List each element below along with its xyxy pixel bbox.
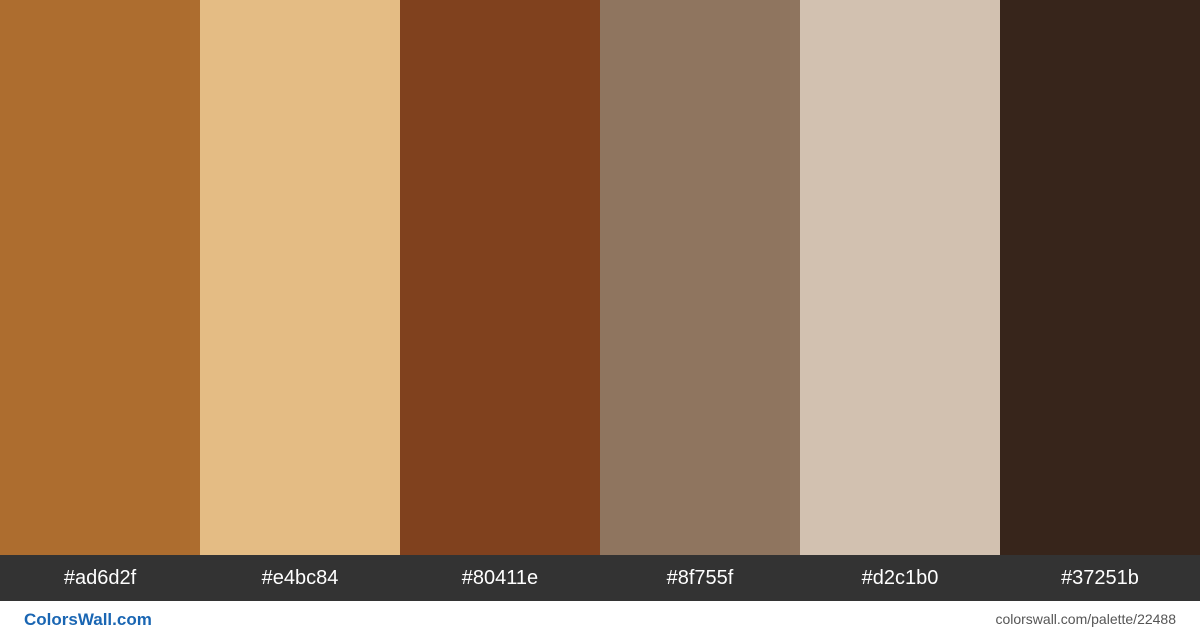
color-swatch-3[interactable]	[400, 0, 600, 555]
hex-label-6[interactable]: #37251b	[1000, 555, 1200, 601]
color-swatch-2[interactable]	[200, 0, 400, 555]
color-palette	[0, 0, 1200, 555]
hex-label-2[interactable]: #e4bc84	[200, 555, 400, 601]
footer: ColorsWall.com colorswall.com/palette/22…	[0, 601, 1200, 640]
hex-label-4[interactable]: #8f755f	[600, 555, 800, 601]
color-swatch-5[interactable]	[800, 0, 1000, 555]
hex-label-3[interactable]: #80411e	[400, 555, 600, 601]
brand-link[interactable]: ColorsWall.com	[24, 610, 152, 630]
color-swatch-6[interactable]	[1000, 0, 1200, 555]
hex-label-bar: #ad6d2f #e4bc84 #80411e #8f755f #d2c1b0 …	[0, 555, 1200, 601]
color-swatch-4[interactable]	[600, 0, 800, 555]
color-swatch-1[interactable]	[0, 0, 200, 555]
hex-label-1[interactable]: #ad6d2f	[0, 555, 200, 601]
hex-label-5[interactable]: #d2c1b0	[800, 555, 1000, 601]
palette-url-link[interactable]: colorswall.com/palette/22488	[995, 611, 1176, 627]
